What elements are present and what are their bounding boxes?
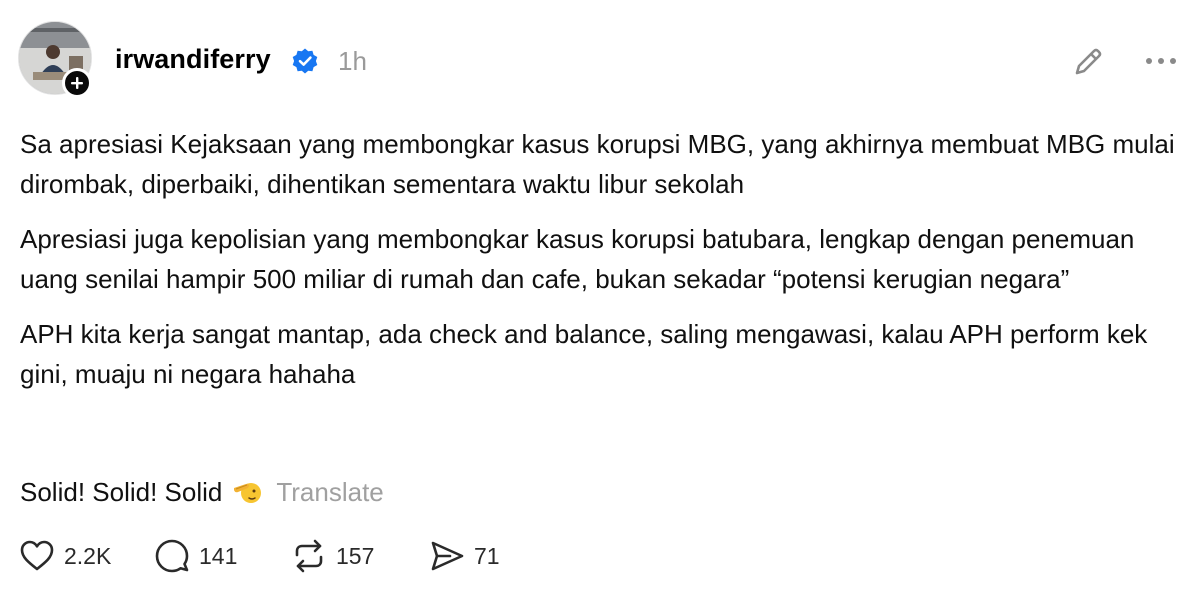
comment-bubble-icon (155, 539, 189, 573)
share-count: 71 (474, 542, 500, 569)
repost-count: 157 (336, 542, 375, 569)
heart-icon (20, 540, 54, 571)
like-count: 2.2K (64, 542, 112, 569)
more-options-button[interactable] (1140, 46, 1182, 76)
post-body: Sa apresiasi Kejaksaan yang membongkar k… (20, 124, 1180, 409)
pencil-icon (1075, 48, 1102, 75)
verified-badge-icon (292, 48, 318, 74)
timestamp: 1h (338, 46, 367, 76)
edit-button[interactable] (1070, 44, 1106, 80)
repost-icon (295, 539, 323, 573)
post-closing-line: Solid! Solid! Solid Translate (20, 472, 384, 512)
post-paragraph: APH kita kerja sangat mantap, ada check … (20, 319, 1148, 389)
username[interactable]: irwandiferry (115, 44, 271, 75)
post-paragraph: Sa apresiasi Kejaksaan yang membongkar k… (20, 129, 1175, 199)
reply-count: 141 (199, 542, 238, 569)
reply-button[interactable]: 141 (153, 537, 290, 575)
translate-link[interactable]: Translate (276, 472, 383, 512)
follow-button[interactable] (62, 68, 92, 98)
action-bar: 2.2K 141 157 71 (18, 536, 508, 576)
avatar-container (18, 21, 92, 98)
thread-post: irwandiferry 1h Sa apresiasi Kejaksaan y… (0, 0, 1200, 603)
saluting-face-emoji (234, 483, 262, 503)
plus-icon (71, 77, 83, 89)
closing-text: Solid! Solid! Solid (20, 477, 223, 507)
like-button[interactable]: 2.2K (18, 537, 153, 575)
more-dots-icon (1146, 58, 1176, 64)
share-button[interactable]: 71 (428, 537, 508, 575)
send-icon (431, 541, 464, 571)
repost-button[interactable]: 157 (290, 537, 428, 575)
post-paragraph: Apresiasi juga kepolisian yang membongka… (20, 224, 1135, 294)
